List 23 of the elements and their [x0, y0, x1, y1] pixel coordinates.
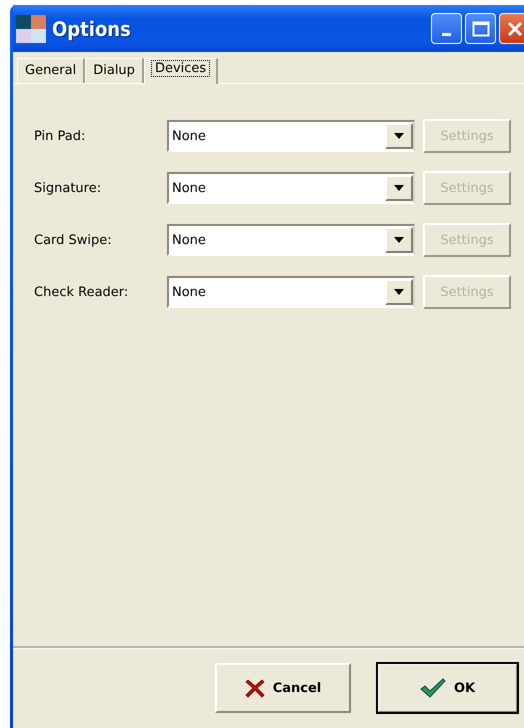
ok-button[interactable]: OK [377, 663, 518, 713]
minimize-icon [442, 33, 451, 36]
field-label: Signature: [34, 180, 102, 196]
maximize-icon [472, 20, 490, 36]
field-label: Check Reader: [34, 284, 130, 300]
cancel-button[interactable]: Cancel [215, 663, 351, 713]
close-icon [506, 20, 522, 36]
minimize-button[interactable] [431, 13, 462, 44]
tab[interactable]: Dialup [85, 58, 144, 83]
tab[interactable]: General [17, 58, 86, 83]
close-button[interactable] [499, 13, 524, 44]
checkmark-icon [420, 678, 446, 698]
dropdown[interactable]: None [167, 276, 415, 308]
cross-icon [244, 678, 265, 698]
tab[interactable]: Devices [144, 58, 218, 84]
app-icon [16, 14, 46, 42]
dropdown[interactable]: None [167, 120, 415, 152]
window-title: Options [52, 16, 131, 40]
dropdown[interactable]: None [167, 172, 415, 204]
maximize-button[interactable] [465, 13, 496, 44]
dropdown[interactable]: None [167, 224, 415, 256]
field-label: Card Swipe: [34, 232, 113, 248]
field-label: Pin Pad: [34, 128, 86, 144]
